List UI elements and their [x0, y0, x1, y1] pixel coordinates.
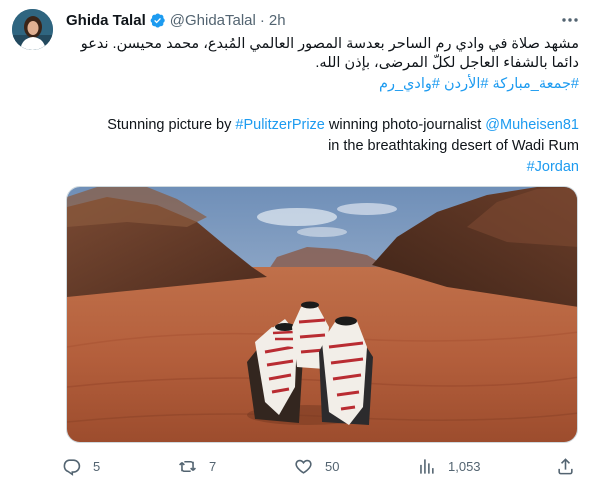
tweet-photo[interactable] [66, 186, 578, 443]
share-button[interactable] [556, 455, 575, 477]
reply-count: 5 [93, 458, 101, 474]
separator-dot: · [259, 11, 265, 29]
action-bar: 5 7 50 1,053 [62, 455, 582, 477]
english-text: Stunning picture by [107, 117, 236, 133]
hashtag-link[interactable]: #وادي_رم [379, 76, 440, 92]
display-name[interactable]: Ghida Talal [66, 12, 146, 29]
views-button[interactable]: 1,053 [417, 455, 481, 477]
english-text: winning photo-journalist [324, 117, 486, 133]
view-count: 1,053 [448, 458, 481, 474]
handle[interactable]: @GhidaTalal [170, 12, 256, 29]
timestamp[interactable]: 2h [269, 12, 286, 29]
avatar[interactable] [12, 9, 53, 50]
hashtag-link[interactable]: #Jordan [527, 159, 579, 175]
english-line-3: #Jordan [66, 157, 579, 178]
retweet-count: 7 [209, 458, 217, 474]
like-icon [295, 459, 312, 474]
hashtag-link[interactable]: #PulitzerPrize [235, 117, 324, 133]
avatar-image [12, 9, 53, 50]
like-button[interactable]: 50 [294, 455, 339, 477]
desert-photo [67, 187, 577, 442]
reply-icon [63, 458, 81, 476]
retweet-icon [179, 460, 196, 472]
hashtag-link[interactable]: #جمعة_مباركة [493, 76, 579, 92]
verified-badge-icon [150, 12, 165, 28]
share-icon [558, 457, 573, 474]
more-icon[interactable] [560, 10, 580, 30]
reply-button[interactable]: 5 [62, 455, 100, 477]
english-line-2: in the breathtaking desert of Wadi Rum [328, 138, 579, 154]
hashtag-link[interactable]: #الأردن [444, 76, 488, 92]
english-line-1: Stunning picture by #PulitzerPrize winni… [66, 115, 579, 136]
tweet[interactable]: Ghida Talal @GhidaTalal · 2h مشهد صلاة ف… [0, 0, 602, 493]
views-icon [420, 458, 434, 474]
arabic-hashtags: #جمعة_مباركة #الأردن #وادي_رم [66, 75, 579, 94]
mention-link[interactable]: @Muheisen81 [485, 117, 579, 133]
retweet-button[interactable]: 7 [178, 455, 216, 477]
tweet-header: Ghida Talal @GhidaTalal · 2h [66, 11, 286, 29]
tweet-text-english: Stunning picture by #PulitzerPrize winni… [66, 115, 579, 178]
like-count: 50 [325, 458, 340, 474]
tweet-text-arabic: مشهد صلاة في وادي رم الساحر بعدسة المصور… [80, 36, 579, 71]
